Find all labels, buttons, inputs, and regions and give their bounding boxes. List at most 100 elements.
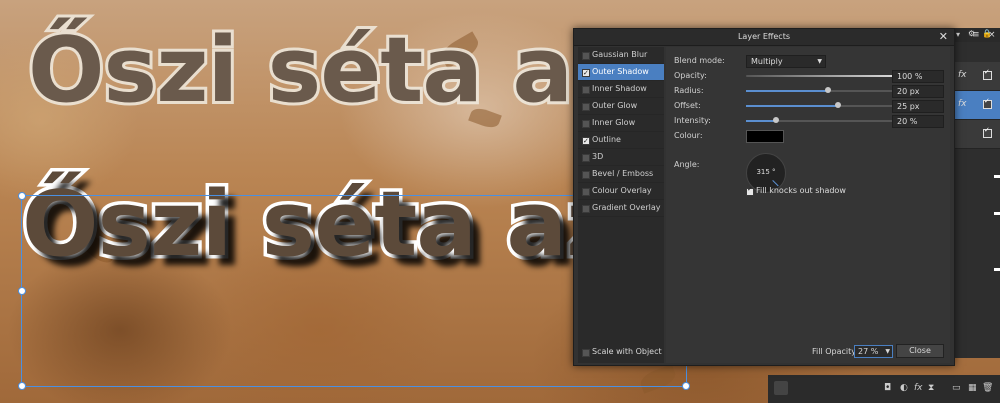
fx-icon[interactable]: fx — [958, 99, 967, 109]
offset-slider[interactable] — [746, 102, 896, 108]
fill-knocks-row: Fill knocks out shadow — [674, 184, 944, 198]
effect-label: Bevel / Emboss — [592, 169, 654, 178]
slider-knob[interactable] — [825, 87, 831, 93]
adjustment-icon[interactable]: ◐ — [900, 383, 908, 393]
selection-handle[interactable] — [18, 382, 26, 390]
effect-bevel-emboss[interactable]: Bevel / Emboss — [578, 166, 664, 183]
effect-checkbox[interactable] — [582, 171, 590, 179]
close-icon[interactable]: ✕ — [939, 29, 948, 45]
chevron-down-icon: ▼ — [885, 348, 890, 355]
dialog-footer: Scale with Object Fill Opacity: 27 % ▼ Cl… — [574, 337, 954, 365]
slider-knob[interactable] — [835, 102, 841, 108]
scale-with-object-checkbox[interactable]: Scale with Object — [582, 347, 662, 357]
mask-icon[interactable]: ◘ — [884, 383, 891, 393]
visibility-checkbox[interactable] — [983, 126, 992, 138]
folder-icon[interactable]: ▭ — [952, 383, 961, 393]
colour-row: Colour: — [674, 130, 944, 143]
effect-label: Gaussian Blur — [592, 50, 648, 59]
effect-label: Gradient Overlay — [592, 203, 661, 212]
layers-panel: ▾ ⚙ 🔒 fx fx — [950, 28, 1000, 358]
effect-inner-glow[interactable]: Inner Glow — [578, 115, 664, 132]
fill-opacity-label: Fill Opacity: — [812, 347, 859, 356]
effect-checkbox[interactable] — [582, 154, 590, 162]
trash-icon[interactable]: 🗑 — [982, 383, 993, 393]
effect-inner-shadow[interactable]: Inner Shadow — [578, 81, 664, 98]
selection-handle[interactable] — [18, 192, 26, 200]
headline-text-ghost[interactable]: Őszi séta az — [25, 15, 627, 126]
effect-checkbox[interactable] — [582, 52, 590, 60]
fill-opacity-select[interactable]: 27 % ▼ — [854, 345, 893, 358]
opacity-row: Opacity: 100 % — [674, 70, 944, 83]
slider-knob[interactable] — [773, 117, 779, 123]
effect-outer-shadow[interactable]: Outer Shadow — [578, 64, 664, 81]
effect-colour-overlay[interactable]: Colour Overlay — [578, 183, 664, 200]
layer-row[interactable]: fx — [950, 62, 1000, 91]
dialog-title: Layer Effects — [737, 32, 791, 41]
offset-row: Offset: 25 px — [674, 100, 944, 113]
effect-gaussian-blur[interactable]: Gaussian Blur — [578, 47, 664, 64]
fx-icon[interactable]: fx — [958, 70, 967, 80]
scale-with-object-label: Scale with Object — [592, 347, 662, 356]
opacity-field[interactable]: 100 % — [892, 70, 944, 83]
blend-mode-label: Blend mode: — [674, 56, 725, 65]
visibility-checkbox[interactable] — [983, 68, 992, 80]
effect-label: Inner Glow — [592, 118, 636, 127]
opacity-label: Opacity: — [674, 71, 707, 80]
fill-opacity-value: 27 % — [858, 347, 879, 356]
blend-mode-value: Multiply — [751, 57, 783, 66]
divider — [994, 175, 1000, 178]
grid-icon[interactable]: ▦ — [968, 383, 977, 393]
fill-knocks-checkbox[interactable]: Fill knocks out shadow — [746, 184, 846, 196]
dialog-titlebar[interactable]: Layer Effects ✕ — [574, 29, 954, 46]
intensity-field[interactable]: 20 % — [892, 115, 944, 128]
effect-gradient-overlay[interactable]: Gradient Overlay — [578, 200, 664, 217]
effect-checkbox[interactable] — [582, 103, 590, 111]
offset-field[interactable]: 25 px — [892, 100, 944, 113]
intensity-slider[interactable] — [746, 117, 896, 123]
divider — [994, 212, 1000, 215]
chevron-down-icon: ▼ — [817, 58, 822, 65]
close-button[interactable]: Close — [896, 344, 944, 358]
effect-outer-glow[interactable]: Outer Glow — [578, 98, 664, 115]
layer-row[interactable] — [950, 120, 1000, 149]
effect-checkbox[interactable] — [582, 86, 590, 94]
layer-row-selected[interactable]: fx — [950, 91, 1000, 120]
slider-fill — [746, 120, 776, 122]
dropdown-arrow-icon[interactable]: ▾ — [956, 30, 960, 39]
layers-icon[interactable] — [774, 381, 788, 395]
intensity-label: Intensity: — [674, 116, 711, 125]
effect-label: 3D — [592, 152, 604, 161]
effect-checkbox[interactable] — [582, 120, 590, 128]
visibility-checkbox[interactable] — [983, 97, 992, 109]
effect-outline[interactable]: Outline — [578, 132, 664, 149]
effect-checkbox[interactable] — [582, 65, 590, 81]
effect-3d[interactable]: 3D — [578, 149, 664, 166]
radius-field[interactable]: 20 px — [892, 85, 944, 98]
angle-label: Angle: — [674, 160, 700, 169]
effect-label: Colour Overlay — [592, 186, 652, 195]
blend-mode-select[interactable]: Multiply ▼ — [746, 55, 826, 68]
layer-effects-dialog: Layer Effects ✕ Gaussian Blur Outer Shad… — [573, 28, 955, 366]
effect-label: Outer Glow — [592, 101, 638, 110]
effect-checkbox[interactable] — [582, 133, 590, 149]
angle-value: 315 ° — [756, 168, 776, 176]
close-icon[interactable]: × — [988, 30, 996, 40]
colour-swatch[interactable] — [746, 130, 784, 143]
effect-checkbox[interactable] — [582, 188, 590, 196]
opacity-slider[interactable] — [746, 72, 901, 80]
fx-icon[interactable]: fx — [914, 383, 923, 393]
panel-menu-icon[interactable]: ≡ — [972, 30, 980, 40]
checkbox[interactable] — [746, 184, 754, 196]
radius-slider[interactable] — [746, 87, 896, 93]
divider — [994, 268, 1000, 271]
effect-settings: Blend mode: Multiply ▼ Opacity: 100 % Rad… — [666, 47, 950, 363]
effect-checkbox[interactable] — [582, 205, 590, 213]
hourglass-icon[interactable]: ⧗ — [928, 383, 934, 393]
selection-handle[interactable] — [682, 382, 690, 390]
checkbox[interactable] — [582, 349, 590, 357]
effect-label: Outline — [592, 135, 621, 144]
effects-list: Gaussian Blur Outer Shadow Inner Shadow … — [578, 47, 664, 363]
selection-handle[interactable] — [18, 287, 26, 295]
effect-label: Inner Shadow — [592, 84, 647, 93]
radius-label: Radius: — [674, 86, 704, 95]
